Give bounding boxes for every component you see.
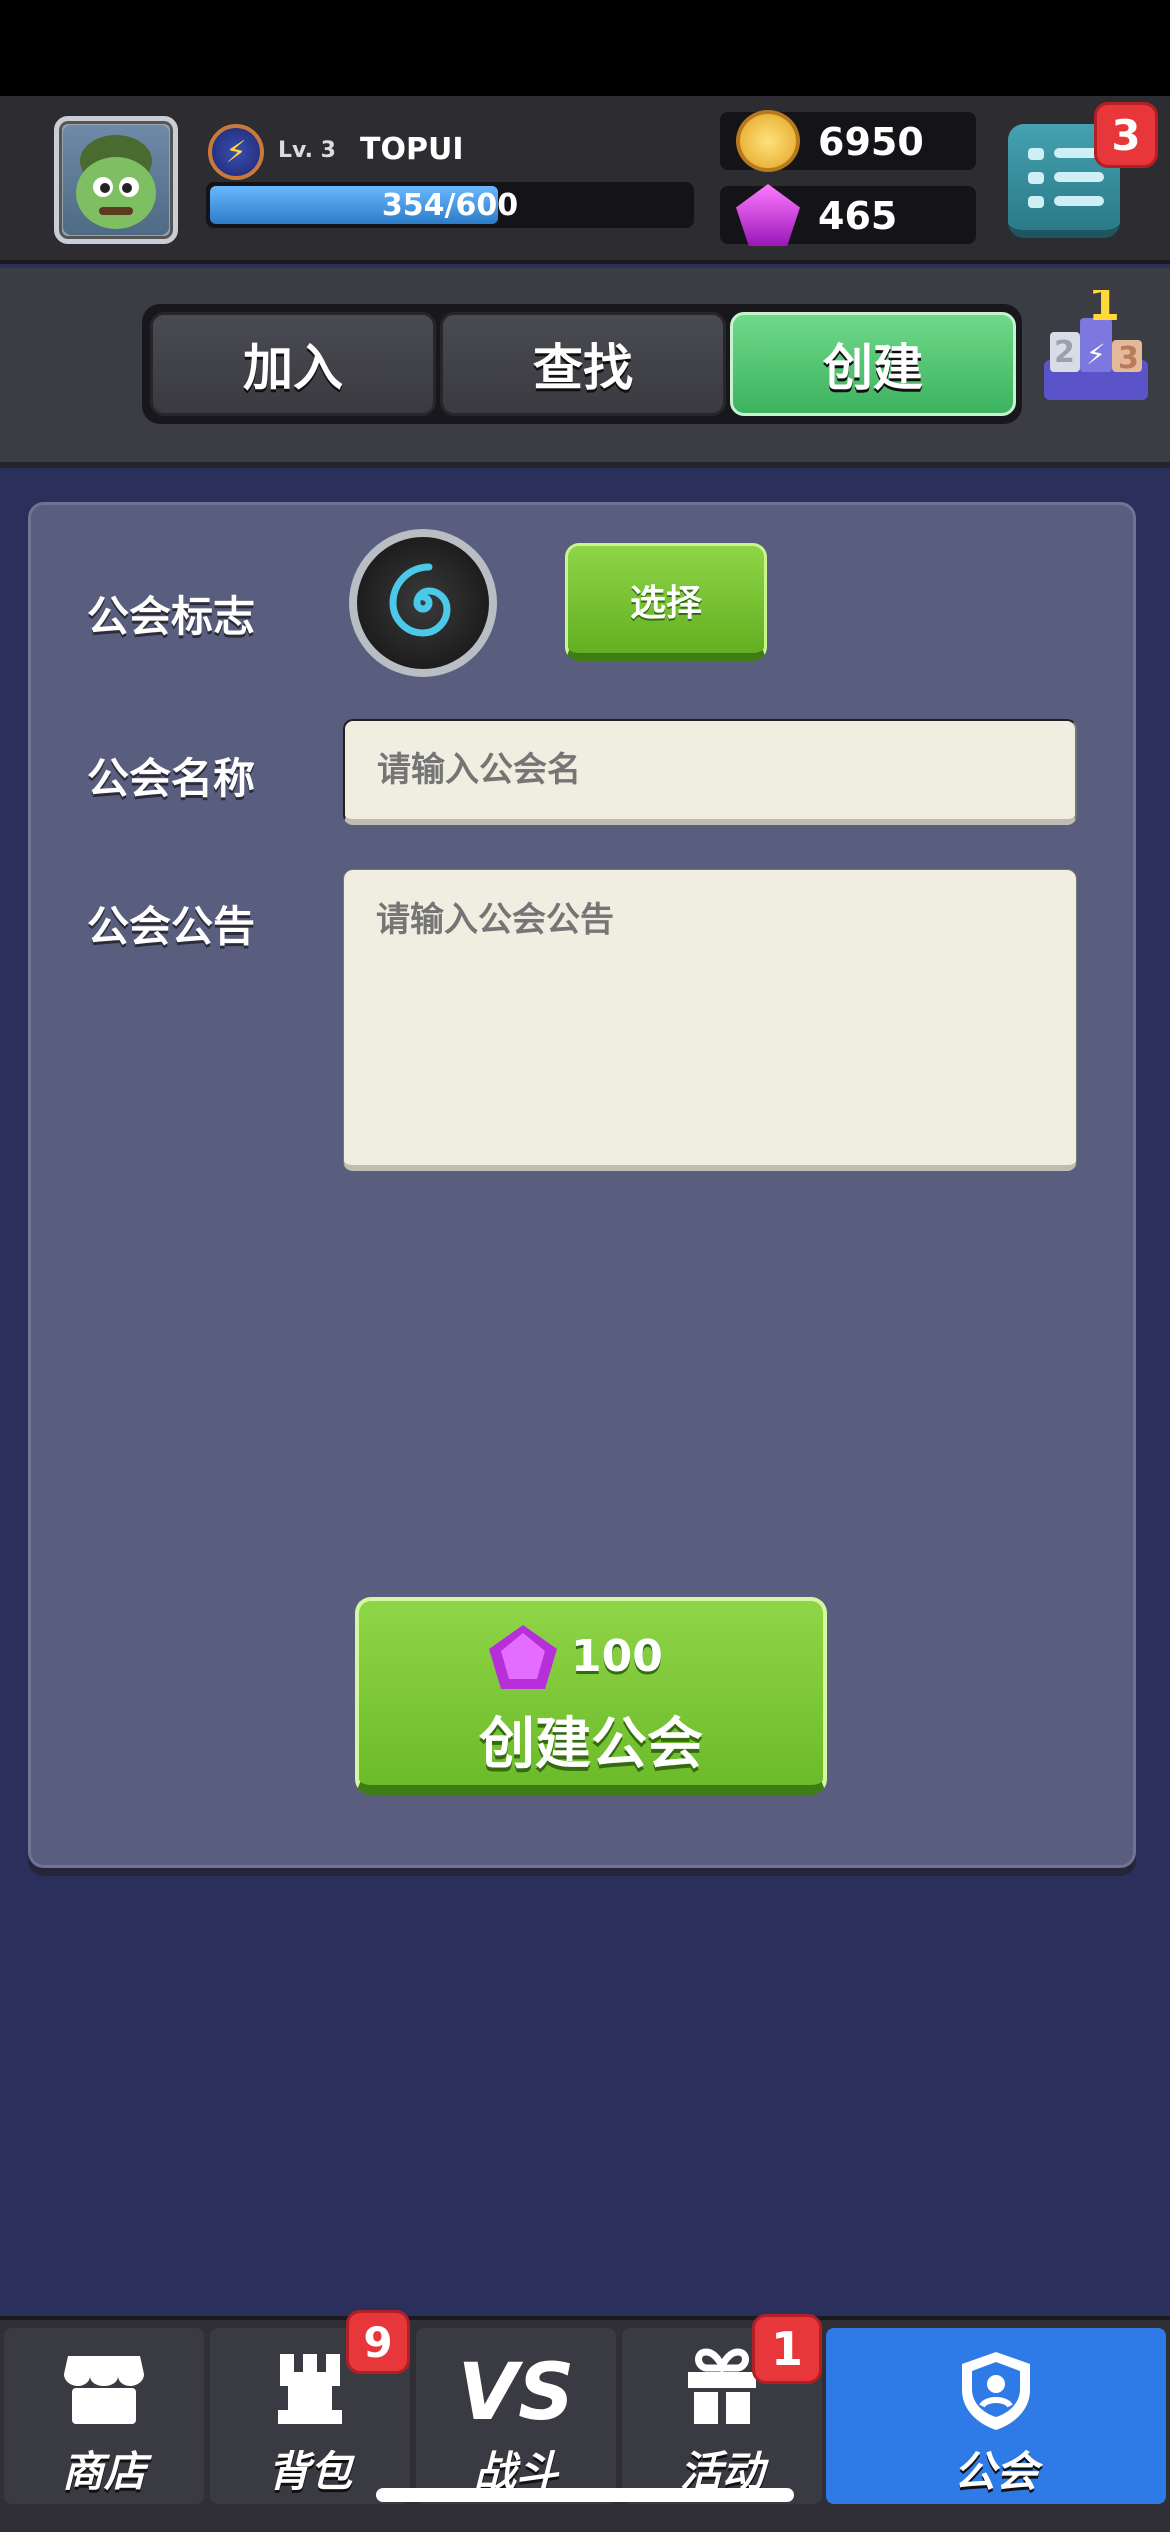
guild-notice-label: 公会公告	[87, 902, 256, 951]
create-guild-label: 创建公会	[479, 1712, 703, 1777]
tab-create[interactable]: 创建	[730, 312, 1016, 416]
vs-icon: VS	[457, 2348, 575, 2438]
coin-amount: 6950	[818, 120, 924, 164]
create-guild-panel: 公会标志 选择 公会名称 公会公告 100 创建公会	[28, 502, 1136, 1868]
guild-name-label: 公会名称	[87, 754, 256, 803]
gem-counter[interactable]: 465	[720, 184, 976, 246]
coin-icon	[736, 110, 800, 172]
tab-join-label: 加入	[243, 339, 343, 397]
backpack-icon	[272, 2348, 348, 2446]
xp-progress-bar: 354/600	[206, 182, 694, 228]
select-emblem-label: 选择	[629, 582, 702, 624]
tab-search-label: 查找	[533, 339, 633, 397]
tab-search[interactable]: 查找	[440, 312, 726, 416]
svg-text:1: 1	[1088, 290, 1120, 331]
tab-create-label: 创建	[823, 339, 923, 397]
coin-counter[interactable]: 6950	[720, 110, 976, 172]
player-level: Lv. 3	[278, 138, 336, 163]
guild-notice-input[interactable]	[343, 869, 1077, 1171]
create-cost: 100	[571, 1631, 663, 1682]
svg-text:⚡: ⚡	[1086, 338, 1106, 371]
tab-join[interactable]: 加入	[150, 312, 436, 416]
nav-shop[interactable]: 商店	[4, 2328, 204, 2504]
ranking-podium-icon[interactable]: 1 2 3 ⚡	[1036, 290, 1154, 410]
shop-icon	[62, 2348, 146, 2446]
guild-emblem-swirl-icon[interactable]	[349, 529, 497, 677]
top-bar: ⚡ Lv. 3 TOPUI 354/600 6950 465 3	[0, 96, 1170, 264]
guild-name-input[interactable]	[343, 719, 1077, 825]
player-name: TOPUI	[360, 132, 464, 167]
guild-shield-icon	[956, 2348, 1036, 2450]
gem-icon	[489, 1625, 557, 1689]
tab-group: 加入 查找 创建	[142, 304, 1022, 424]
emblem-label: 公会标志	[87, 592, 256, 641]
gift-icon	[684, 2348, 760, 2446]
gem-icon	[736, 184, 800, 246]
status-bar	[0, 0, 1170, 96]
select-emblem-button[interactable]: 选择	[565, 543, 767, 661]
svg-text:3: 3	[1118, 341, 1139, 376]
xp-text: 354/600	[381, 188, 519, 223]
menu-notification-badge: 3	[1094, 102, 1158, 168]
nav-guild-label: 公会	[953, 2447, 1038, 2496]
home-indicator	[376, 2488, 794, 2502]
create-guild-button[interactable]: 100 创建公会	[355, 1597, 827, 1795]
events-badge: 1	[752, 2314, 822, 2384]
guild-tab-bar: 加入 查找 创建 1 2 3 ⚡	[0, 268, 1170, 468]
backpack-badge: 9	[346, 2310, 410, 2374]
level-lightning-icon: ⚡	[208, 124, 264, 180]
nav-guild[interactable]: 公会	[826, 2328, 1166, 2504]
svg-text:2: 2	[1054, 335, 1075, 370]
player-avatar[interactable]	[54, 116, 178, 244]
gem-amount: 465	[818, 194, 898, 238]
nav-shop-label: 商店	[61, 2447, 146, 2496]
nav-battle[interactable]: VS 战斗	[416, 2328, 616, 2504]
